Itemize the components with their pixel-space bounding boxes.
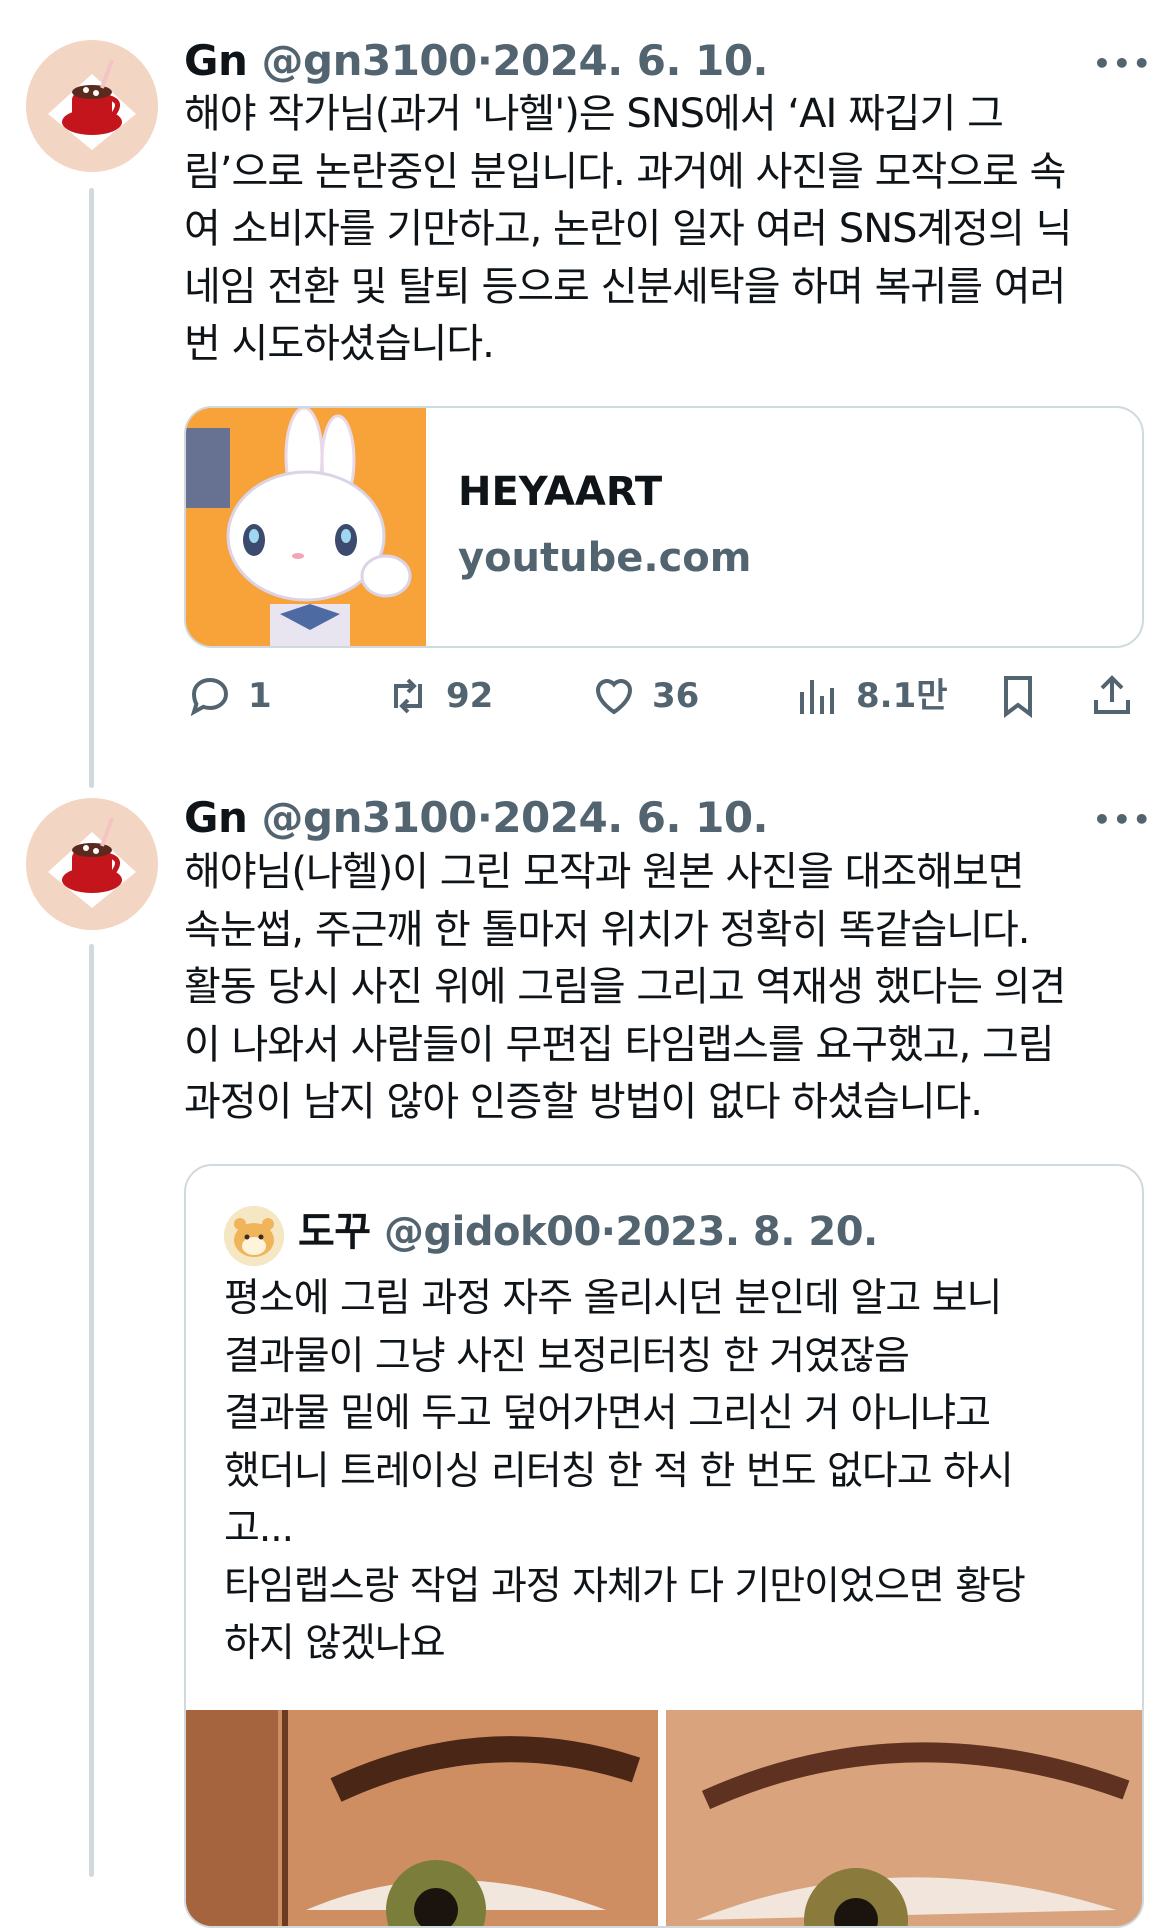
like-button[interactable]: 36 bbox=[590, 672, 699, 720]
tweet-date[interactable]: 2024. 6. 10. bbox=[492, 793, 768, 842]
quote-author-handle: @gidok00 bbox=[384, 1209, 601, 1255]
link-card[interactable]: HEYAART youtube.com bbox=[184, 406, 1144, 648]
avatar[interactable] bbox=[26, 798, 158, 930]
cake-avatar-icon bbox=[26, 40, 158, 172]
tweet-header: Gn @gn3100·2024. 6. 10. bbox=[184, 797, 769, 839]
retweet-count: 92 bbox=[446, 676, 494, 716]
tweet-text-line: 과정이 남지 않아 인증할 방법이 없다 하셨습니다. bbox=[184, 1079, 983, 1125]
views-icon bbox=[800, 680, 834, 714]
author-handle[interactable]: @gn3100 bbox=[262, 36, 478, 85]
tweet-date[interactable]: 2024. 6. 10. bbox=[492, 36, 768, 85]
bookmark-icon bbox=[1004, 676, 1032, 718]
quote-text-line: 결과물 밑에 두고 덮어가면서 그리신 거 아니냐고 bbox=[224, 1391, 991, 1436]
quoted-tweet[interactable]: 도꾸 @gidok00·2023. 8. 20. 평소에 그림 과정 자주 올리… bbox=[184, 1164, 1144, 1928]
tweet-text-line: 속눈썹, 주근깨 한 톨마저 위치가 정확히 똑같습니다. bbox=[184, 906, 1031, 953]
tweet-text-line: 활동 당시 사진 위에 그림을 그리고 역재생 했다는 의견 bbox=[184, 964, 1066, 1010]
quote-media-drawing[interactable] bbox=[186, 1710, 658, 1926]
thread-line bbox=[89, 944, 94, 1877]
reply-icon bbox=[190, 677, 229, 717]
link-card-image bbox=[186, 408, 426, 646]
quote-date: 2023. 8. 20. bbox=[615, 1209, 878, 1255]
retweet-button[interactable]: 92 bbox=[384, 672, 493, 720]
more-options-button[interactable]: ••• bbox=[1093, 50, 1153, 78]
cake-avatar-icon bbox=[26, 798, 158, 930]
quote-author-name: 도꾸 bbox=[298, 1209, 371, 1255]
heart-icon bbox=[595, 679, 633, 715]
reply-count: 1 bbox=[248, 676, 272, 716]
tweet-text-line: 이 나와서 사람들이 무편집 타임랩스를 요구했고, 그림 bbox=[184, 1021, 1055, 1068]
views-button[interactable]: 8.1만 bbox=[794, 672, 948, 720]
link-card-title: HEYAART bbox=[458, 469, 663, 515]
bookmark-button[interactable] bbox=[994, 672, 1042, 720]
quote-text-line: 평소에 그림 과정 자주 올리시던 분인데 알고 보니 bbox=[224, 1276, 1002, 1321]
more-options-button[interactable]: ••• bbox=[1093, 806, 1153, 834]
author-name[interactable]: Gn bbox=[184, 36, 248, 85]
author-handle[interactable]: @gn3100 bbox=[262, 793, 478, 842]
eye-photo-image bbox=[666, 1710, 1142, 1926]
tweet-header: Gn @gn3100·2024. 6. 10. bbox=[184, 40, 769, 82]
tweet-text-line: 해야 작가님(과거 '나헬')은 SNS에서 ‘AI 짜깁기 그 bbox=[184, 91, 1004, 137]
share-icon bbox=[1094, 675, 1130, 714]
tweet-text-line: 번 시도하셨습니다. bbox=[184, 321, 495, 367]
tweet-text: 해야님(나헬)이 그린 모작과 원본 사진을 대조해보면 속눈썹, 주근깨 한 … bbox=[184, 844, 1066, 1132]
quote-avatar bbox=[224, 1206, 284, 1266]
quote-text-line: 타임랩스랑 작업 과정 자체가 다 기만이었으면 황당 bbox=[224, 1563, 1026, 1609]
avatar[interactable] bbox=[26, 40, 158, 172]
quote-text-line: 고... bbox=[224, 1506, 294, 1551]
author-name[interactable]: Gn bbox=[184, 793, 248, 842]
tweet-text-line: 네임 전환 및 탈퇴 등으로 신분세탁을 하며 복귀를 여러 bbox=[184, 263, 1066, 310]
quote-media-photo[interactable] bbox=[666, 1710, 1142, 1926]
like-count: 36 bbox=[652, 676, 700, 716]
dot-separator: · bbox=[476, 793, 493, 842]
retweet-icon bbox=[394, 678, 422, 714]
link-card-domain: youtube.com bbox=[458, 535, 752, 581]
quote-header: 도꾸 @gidok00·2023. 8. 20. bbox=[298, 1212, 878, 1252]
views-count: 8.1만 bbox=[856, 676, 948, 716]
tweet-text-line: 림’으로 논란중인 분입니다. 과거에 사진을 모작으로 속 bbox=[184, 148, 1066, 195]
bunny-character-icon bbox=[186, 408, 426, 646]
tweet-text: 해야 작가님(과거 '나헬')은 SNS에서 ‘AI 짜깁기 그 림’으로 논란… bbox=[184, 86, 1072, 374]
tweet-text-line: 해야님(나헬)이 그린 모작과 원본 사진을 대조해보면 bbox=[184, 849, 1025, 895]
quote-text: 평소에 그림 과정 자주 올리시던 분인데 알고 보니 결과물이 그냥 사진 보… bbox=[224, 1270, 1026, 1673]
dot-separator: · bbox=[600, 1209, 616, 1255]
tweet-text-line: 여 소비자를 기만하고, 논란이 일자 여러 SNS계정의 닉 bbox=[184, 206, 1072, 252]
share-button[interactable] bbox=[1088, 672, 1136, 720]
eye-drawing-image bbox=[186, 1710, 658, 1926]
quote-text-line: 했더니 트레이싱 리터칭 한 적 한 번도 없다고 하시 bbox=[224, 1448, 1014, 1494]
quote-text-line: 결과물이 그냥 사진 보정리터칭 한 거였잖음 bbox=[224, 1333, 910, 1379]
dot-separator: · bbox=[476, 36, 493, 85]
hamster-avatar-icon bbox=[224, 1206, 284, 1266]
thread-line bbox=[89, 188, 94, 788]
reply-button[interactable]: 1 bbox=[186, 672, 272, 720]
quote-text-line: 하지 않겠나요 bbox=[224, 1621, 446, 1666]
